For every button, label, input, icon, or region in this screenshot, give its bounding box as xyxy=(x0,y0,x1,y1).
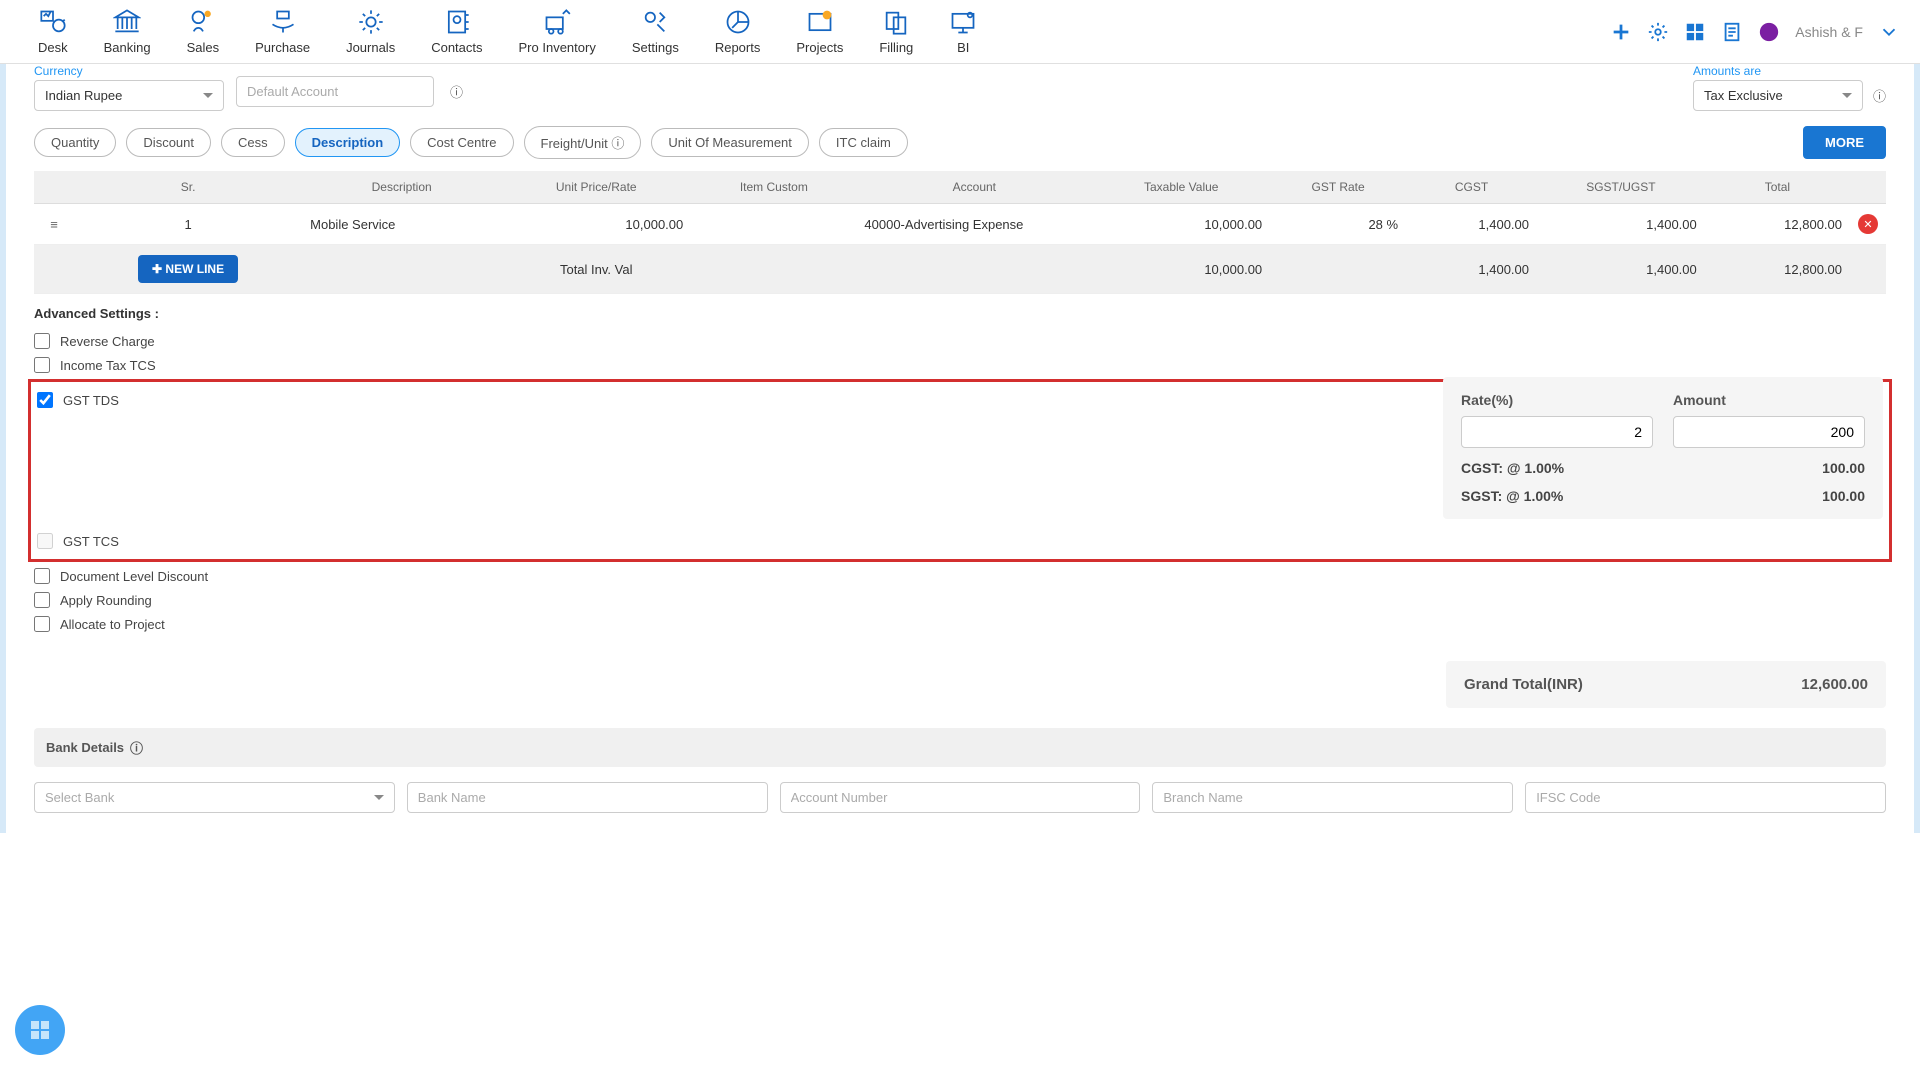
info-icon: ⓘ xyxy=(130,738,143,757)
th-account: Account xyxy=(856,171,1092,204)
income-tcs-checkbox[interactable] xyxy=(34,357,50,373)
nav-purchase[interactable]: Purchase xyxy=(237,8,328,55)
nav-inventory[interactable]: Pro Inventory xyxy=(501,8,614,55)
amounts-are-label: Amounts are xyxy=(1693,64,1761,78)
filling-icon xyxy=(882,8,910,36)
branch-name-input[interactable] xyxy=(1152,782,1513,813)
more-button[interactable]: MORE xyxy=(1803,126,1886,159)
currency-select[interactable]: Indian Rupee xyxy=(34,80,224,111)
amount-input[interactable] xyxy=(1673,416,1865,448)
chevron-down-icon[interactable] xyxy=(1878,21,1900,43)
select-bank[interactable]: Select Bank xyxy=(34,782,395,813)
new-line-button[interactable]: ✚ NEW LINE xyxy=(138,255,238,283)
gst-tds-highlight: GST TDS Rate(%) Amount CGST: @ 1.00%100.… xyxy=(28,379,1892,562)
bank-details-header[interactable]: Bank Details ⓘ xyxy=(34,728,1886,767)
nav-reports[interactable]: Reports xyxy=(697,8,779,55)
amounts-are-select[interactable]: Tax Exclusive xyxy=(1693,80,1863,111)
grand-total-panel: Grand Total(INR) 12,600.00 xyxy=(1446,661,1886,708)
amount-label: Amount xyxy=(1673,392,1865,408)
total-label: Total Inv. Val xyxy=(501,245,691,294)
pill-itc[interactable]: ITC claim xyxy=(819,128,908,157)
nav-filling[interactable]: Filling xyxy=(861,8,931,55)
top-nav: Desk Banking Sales Purchase Journals Con… xyxy=(0,0,1920,64)
pill-description[interactable]: Description xyxy=(295,128,401,157)
desk-icon xyxy=(39,8,67,36)
tds-rate-panel: Rate(%) Amount CGST: @ 1.00%100.00 SGST:… xyxy=(1443,377,1883,519)
th-price: Unit Price/Rate xyxy=(501,171,691,204)
th-desc: Description xyxy=(302,171,501,204)
allocate-checkbox[interactable] xyxy=(34,616,50,632)
apps-fab[interactable] xyxy=(15,1005,65,1055)
rate-label: Rate(%) xyxy=(1461,392,1653,408)
rate-input[interactable] xyxy=(1461,416,1653,448)
gear-icon[interactable] xyxy=(1647,21,1669,43)
th-sr: Sr. xyxy=(74,171,302,204)
settings-icon xyxy=(641,8,669,36)
line-items-table: Sr. Description Unit Price/Rate Item Cus… xyxy=(34,171,1886,294)
pill-discount[interactable]: Discount xyxy=(126,128,211,157)
calculator-icon[interactable] xyxy=(1684,21,1706,43)
journals-icon xyxy=(357,8,385,36)
nav-right: Ashish & F xyxy=(1610,21,1900,43)
info-icon: ⓘ xyxy=(611,136,624,151)
account-number-input[interactable] xyxy=(780,782,1141,813)
nav-settings[interactable]: Settings xyxy=(614,8,697,55)
th-custom: Item Custom xyxy=(691,171,856,204)
currency-label: Currency xyxy=(34,64,83,78)
nav-contacts[interactable]: Contacts xyxy=(413,8,500,55)
nav-sales[interactable]: Sales xyxy=(169,8,238,55)
nav-desk[interactable]: Desk xyxy=(20,8,86,55)
pill-cost-centre[interactable]: Cost Centre xyxy=(410,128,513,157)
rounding-checkbox[interactable] xyxy=(34,592,50,608)
grid-icon xyxy=(28,1018,52,1042)
caret-icon xyxy=(203,93,213,98)
gst-tcs-checkbox xyxy=(37,533,53,549)
ifsc-input[interactable] xyxy=(1525,782,1886,813)
th-taxable: Taxable Value xyxy=(1092,171,1270,204)
reverse-charge-checkbox[interactable] xyxy=(34,333,50,349)
drag-handle-icon[interactable]: ≡ xyxy=(34,204,74,245)
th-gst: GST Rate xyxy=(1270,171,1406,204)
default-account-input[interactable] xyxy=(236,76,434,107)
bank-icon xyxy=(113,8,141,36)
inventory-icon xyxy=(543,8,571,36)
nav-bi[interactable]: BI xyxy=(931,8,995,55)
bank-name-input[interactable] xyxy=(407,782,768,813)
caret-icon xyxy=(1842,93,1852,98)
th-cgst: CGST xyxy=(1406,171,1537,204)
caret-icon xyxy=(374,795,384,800)
th-total: Total xyxy=(1705,171,1850,204)
advanced-settings-header: Advanced Settings : xyxy=(34,306,1886,321)
pill-freight[interactable]: Freight/Unit ⓘ xyxy=(524,126,642,159)
pill-uom[interactable]: Unit Of Measurement xyxy=(651,128,809,157)
user-name[interactable]: Ashish & F xyxy=(1795,24,1863,40)
new-badge-icon[interactable] xyxy=(1758,21,1780,43)
purchase-icon xyxy=(269,8,297,36)
info-icon[interactable]: ⓘ xyxy=(1873,86,1886,105)
nav-banking[interactable]: Banking xyxy=(86,8,169,55)
nav-journals[interactable]: Journals xyxy=(328,8,413,55)
clipboard-icon[interactable] xyxy=(1721,21,1743,43)
table-row[interactable]: ≡ 1 Mobile Service 10,000.00 40000-Adver… xyxy=(34,204,1886,245)
bi-icon xyxy=(949,8,977,36)
doc-discount-checkbox[interactable] xyxy=(34,568,50,584)
info-icon[interactable]: ⓘ xyxy=(450,82,463,101)
projects-icon xyxy=(806,8,834,36)
gst-tds-checkbox[interactable] xyxy=(37,392,53,408)
reports-icon xyxy=(724,8,752,36)
nav-projects[interactable]: Projects xyxy=(778,8,861,55)
pill-quantity[interactable]: Quantity xyxy=(34,128,116,157)
pill-cess[interactable]: Cess xyxy=(221,128,285,157)
th-sgst: SGST/UGST xyxy=(1537,171,1705,204)
contacts-icon xyxy=(443,8,471,36)
plus-icon[interactable] xyxy=(1610,21,1632,43)
delete-row-button[interactable]: ✕ xyxy=(1858,214,1878,234)
sales-icon xyxy=(189,8,217,36)
